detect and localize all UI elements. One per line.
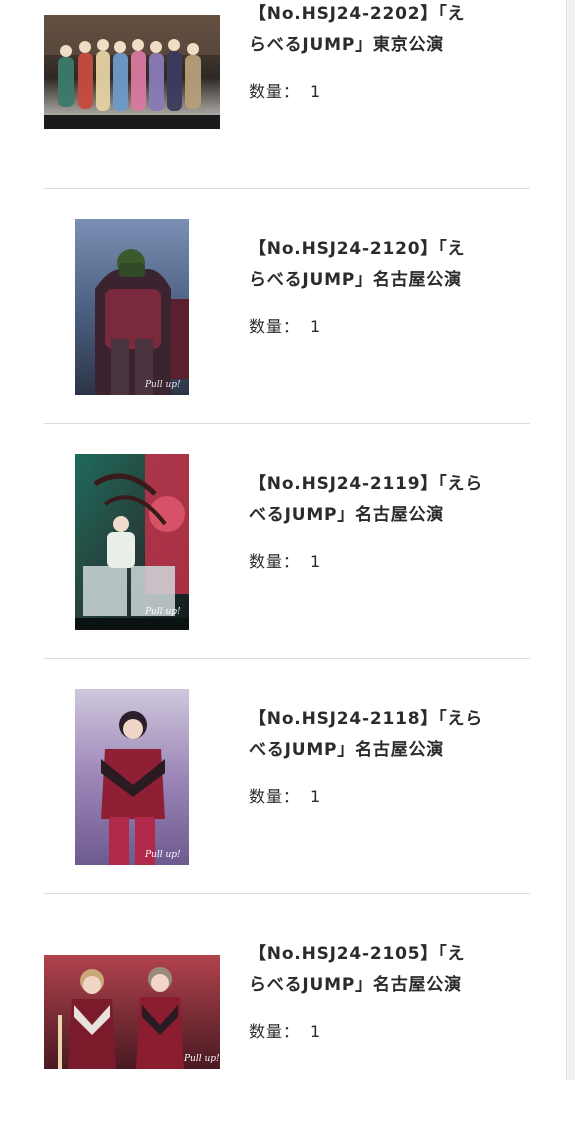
quantity-value: 1 (310, 82, 322, 101)
quantity-label: 数量： (249, 787, 301, 806)
cart-item: Pull up! 【No.HSJ24-2120】「え らべるJUMP」名古屋公演… (44, 189, 530, 424)
quantity-value: 1 (310, 552, 322, 571)
quantity-value: 1 (310, 1022, 322, 1041)
item-quantity: 数量： 1 (249, 548, 529, 572)
product-thumbnail-wrap[interactable] (44, 0, 220, 160)
product-thumbnail-wrap[interactable]: Pull up! (44, 924, 220, 1100)
quantity-value: 1 (310, 787, 322, 806)
quantity-label: 数量： (249, 1022, 301, 1041)
cart-item: Pull up! 【No.HSJ24-2118】「えら べるJUMP」名古屋公演… (44, 659, 530, 894)
item-info: 【No.HSJ24-2105】「え らべるJUMP」名古屋公演 数量： 1 (249, 939, 529, 1042)
solo-photo-image: Pull up! (75, 689, 189, 865)
product-thumbnail[interactable]: Pull up! (44, 955, 220, 1069)
item-title-line-1: 【No.HSJ24-2202】「え (249, 4, 466, 24)
product-thumbnail[interactable]: Pull up! (75, 219, 189, 395)
quantity-label: 数量： (249, 552, 301, 571)
svg-text:Pull up!: Pull up! (144, 850, 181, 860)
item-title-line-1: 【No.HSJ24-2105】「え (249, 944, 466, 964)
quantity-label: 数量： (249, 82, 301, 101)
item-title[interactable]: 【No.HSJ24-2105】「え らべるJUMP」名古屋公演 (249, 939, 529, 1001)
group-photo-image (44, 15, 220, 129)
product-thumbnail-wrap[interactable]: Pull up! (44, 689, 220, 865)
product-thumbnail-wrap[interactable]: Pull up! (44, 219, 220, 395)
item-title[interactable]: 【No.HSJ24-2119】「えら べるJUMP」名古屋公演 (249, 469, 529, 531)
quantity-label: 数量： (249, 317, 301, 336)
item-title-line-1: 【No.HSJ24-2118】「えら (249, 709, 484, 729)
item-title-line-2: らべるJUMP」名古屋公演 (249, 270, 462, 290)
item-quantity: 数量： 1 (249, 78, 529, 102)
item-quantity: 数量： 1 (249, 313, 529, 337)
svg-text:Pull up!: Pull up! (144, 380, 181, 390)
item-title-line-2: らべるJUMP」東京公演 (249, 35, 445, 55)
solo-photo-image: Pull up! (75, 219, 189, 395)
product-thumbnail[interactable]: Pull up! (75, 689, 189, 865)
cart-item-list: 【No.HSJ24-2202】「え らべるJUMP」東京公演 数量： 1 Pul… (44, 0, 530, 1129)
svg-text:Pull up!: Pull up! (183, 1054, 220, 1064)
item-title[interactable]: 【No.HSJ24-2118】「えら べるJUMP」名古屋公演 (249, 704, 529, 766)
item-info: 【No.HSJ24-2118】「えら べるJUMP」名古屋公演 数量： 1 (249, 704, 529, 807)
item-title[interactable]: 【No.HSJ24-2202】「え らべるJUMP」東京公演 (249, 0, 529, 61)
item-title-line-2: べるJUMP」名古屋公演 (249, 740, 445, 760)
item-title-line-2: べるJUMP」名古屋公演 (249, 505, 445, 525)
vertical-scrollbar[interactable] (566, 0, 575, 1080)
svg-text:Pull up!: Pull up! (144, 607, 181, 617)
item-info: 【No.HSJ24-2120】「え らべるJUMP」名古屋公演 数量： 1 (249, 234, 529, 337)
duo-photo-image: Pull up! (44, 955, 220, 1069)
cart-item: Pull up! 【No.HSJ24-2105】「え らべるJUMP」名古屋公演… (44, 894, 530, 1129)
item-title-line-2: らべるJUMP」名古屋公演 (249, 975, 462, 995)
quantity-value: 1 (310, 317, 322, 336)
solo-photo-image: Pull up! (75, 454, 189, 630)
item-title[interactable]: 【No.HSJ24-2120】「え らべるJUMP」名古屋公演 (249, 234, 529, 296)
item-quantity: 数量： 1 (249, 1018, 529, 1042)
product-thumbnail[interactable]: Pull up! (75, 454, 189, 630)
item-title-line-1: 【No.HSJ24-2119】「えら (249, 474, 484, 494)
item-title-line-1: 【No.HSJ24-2120】「え (249, 239, 466, 259)
item-info: 【No.HSJ24-2202】「え らべるJUMP」東京公演 数量： 1 (249, 0, 529, 102)
product-thumbnail[interactable] (44, 15, 220, 129)
item-quantity: 数量： 1 (249, 783, 529, 807)
product-thumbnail-wrap[interactable]: Pull up! (44, 454, 220, 630)
cart-item: 【No.HSJ24-2202】「え らべるJUMP」東京公演 数量： 1 (44, 0, 530, 189)
cart-item: Pull up! 【No.HSJ24-2119】「えら べるJUMP」名古屋公演… (44, 424, 530, 659)
item-info: 【No.HSJ24-2119】「えら べるJUMP」名古屋公演 数量： 1 (249, 469, 529, 572)
